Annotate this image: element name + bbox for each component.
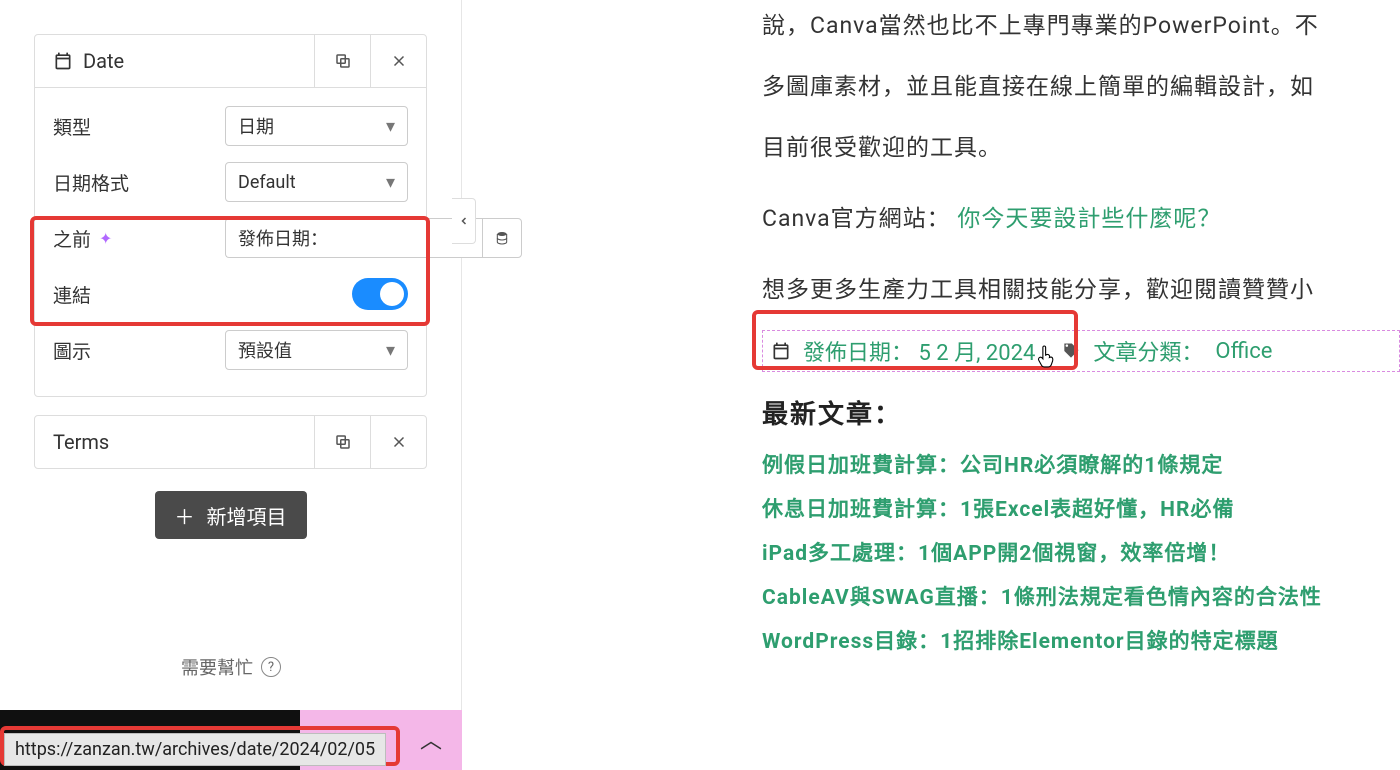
link-toggle[interactable] xyxy=(352,278,408,310)
body-line: 多圖庫素材，並且能直接在線上簡單的編輯設計，如 xyxy=(762,61,1400,114)
caret-down-icon: ▾ xyxy=(386,340,395,361)
post-category-meta[interactable]: 文章分類： Office xyxy=(1061,335,1272,367)
date-widget: Date 類型 日期 xyxy=(34,34,427,397)
format-select-value: Default xyxy=(238,172,296,193)
caret-down-icon: ▾ xyxy=(386,116,395,137)
article-link[interactable]: CableAV與SWAG直播：1條刑法規定看色情內容的合法性 xyxy=(762,581,1400,611)
tag-icon xyxy=(1061,341,1081,361)
terms-widget-title: Terms xyxy=(53,430,109,454)
field-link-row: 連結 xyxy=(53,266,408,322)
field-icon-row: 圖示 預設值 ▾ xyxy=(53,322,408,378)
article-link[interactable]: 休息日加班費計算：1張Excel表超好懂，HR必備 xyxy=(762,493,1400,523)
duplicate-button[interactable] xyxy=(314,35,370,87)
date-widget-title: Date xyxy=(83,49,124,73)
add-item-button[interactable]: ＋ 新增項目 xyxy=(155,491,307,539)
post-date-text: 發佈日期： 5 2 月, 2024 xyxy=(803,335,1035,367)
body-line: 說，Canva當然也比不上專門專業的PowerPoint。不 xyxy=(762,0,1400,53)
more-reading-line: 想多更多生產力工具相關技能分享，歡迎閱讀贊贊小 xyxy=(762,264,1400,317)
remove-button[interactable] xyxy=(370,416,426,468)
panel-collapse-handle[interactable] xyxy=(452,198,476,244)
field-link-label: 連結 xyxy=(53,281,225,308)
article-link[interactable]: iPad多工處理：1個APP開2個視窗，效率倍增！ xyxy=(762,537,1400,567)
plus-icon: ＋ xyxy=(175,501,195,530)
field-icon-label: 圖示 xyxy=(53,337,225,364)
icon-select-value: 預設值 xyxy=(238,337,292,363)
before-input[interactable] xyxy=(225,218,482,258)
date-widget-header[interactable]: Date xyxy=(35,35,314,87)
terms-widget: Terms xyxy=(34,415,427,469)
sparkle-icon: ✦ xyxy=(99,229,112,248)
help-link[interactable]: 需要幫忙 ? xyxy=(0,654,462,680)
format-select[interactable]: Default ▾ xyxy=(225,162,408,202)
official-site-prefix: Canva官方網站： xyxy=(762,205,951,232)
help-icon: ? xyxy=(261,657,281,677)
calendar-icon xyxy=(771,341,791,361)
field-format-label: 日期格式 xyxy=(53,169,225,196)
field-type-label: 類型 xyxy=(53,113,225,140)
latest-articles-list: 例假日加班費計算：公司HR必須瞭解的1條規定 休息日加班費計算：1張Excel表… xyxy=(762,449,1400,655)
duplicate-button[interactable] xyxy=(314,416,370,468)
field-before-label: 之前 ✦ xyxy=(53,225,225,252)
body-line: 目前很受歡迎的工具。 xyxy=(762,122,1400,175)
editor-side-panel: Date 類型 日期 xyxy=(0,0,462,770)
add-item-label: 新增項目 xyxy=(207,501,287,530)
terms-widget-header[interactable]: Terms xyxy=(35,416,314,468)
chevron-up-icon: ︿ xyxy=(420,723,442,755)
post-category-label: 文章分類： xyxy=(1093,335,1203,367)
field-type-row: 類型 日期 ▾ xyxy=(53,98,408,154)
calendar-icon xyxy=(53,51,73,71)
help-label: 需要幫忙 xyxy=(181,654,253,680)
article-link[interactable]: WordPress目錄：1招排除Elementor目錄的特定標題 xyxy=(762,625,1400,655)
field-format-row: 日期格式 Default ▾ xyxy=(53,154,408,210)
post-date-meta[interactable]: 發佈日期： 5 2 月, 2024 xyxy=(771,335,1035,367)
type-select[interactable]: 日期 ▾ xyxy=(225,106,408,146)
status-url-tooltip: https://zanzan.tw/archives/date/2024/02/… xyxy=(4,733,386,766)
pointer-cursor-icon xyxy=(1036,344,1058,370)
article-body: 說，Canva當然也比不上專門專業的PowerPoint。不 多圖庫素材，並且能… xyxy=(762,0,1400,316)
latest-articles-heading: 最新文章： xyxy=(762,394,1400,431)
remove-button[interactable] xyxy=(370,35,426,87)
article-link[interactable]: 例假日加班費計算：公司HR必須瞭解的1條規定 xyxy=(762,449,1400,479)
page-preview: 說，Canva當然也比不上專門專業的PowerPoint。不 多圖庫素材，並且能… xyxy=(462,0,1400,770)
type-select-value: 日期 xyxy=(238,113,274,139)
field-before-row: 之前 ✦ xyxy=(53,210,408,266)
official-site-link[interactable]: 你今天要設計些什麼呢？ xyxy=(957,205,1221,232)
post-meta-row[interactable]: 發佈日期： 5 2 月, 2024 文章分類： Office xyxy=(762,330,1400,372)
caret-down-icon: ▾ xyxy=(386,172,395,193)
post-category-value: Office xyxy=(1215,339,1272,364)
icon-select[interactable]: 預設值 ▾ xyxy=(225,330,408,370)
